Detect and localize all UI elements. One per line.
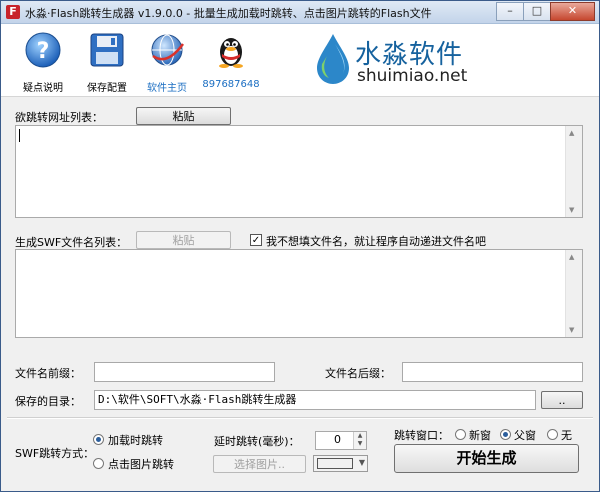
maximize-button[interactable]: □	[523, 2, 551, 21]
globe-icon	[151, 34, 185, 66]
radio-jump-on-click[interactable]	[93, 458, 104, 469]
auto-name-checkbox[interactable]: ✓	[250, 234, 262, 246]
text-caret	[19, 129, 20, 142]
logo-domain-text: shuimiao.net	[357, 66, 468, 86]
chevron-down-icon: ▼	[358, 458, 365, 467]
url-list-scrollbar[interactable]: ▲ ▼	[565, 126, 582, 217]
suffix-input[interactable]	[402, 362, 583, 382]
qq-penguin-icon	[219, 38, 243, 68]
paste-swf-names-button[interactable]: 粘贴	[136, 231, 231, 249]
spinner-arrows-icon[interactable]: ▲ ▼	[353, 432, 366, 449]
svg-text:?: ?	[37, 39, 50, 64]
minimize-button[interactable]: –	[496, 2, 524, 21]
question-icon: ?	[25, 32, 61, 68]
toolbar-label-help: 疑点说明	[23, 83, 63, 94]
radio-target-new[interactable]	[455, 429, 466, 440]
swf-list-textarea[interactable]: ▲ ▼	[15, 249, 583, 338]
swf-list-label: 生成SWF文件名列表：	[15, 236, 128, 249]
paste-urls-button[interactable]: 粘贴	[136, 107, 231, 125]
prefix-input[interactable]	[94, 362, 275, 382]
suffix-label: 文件名后缀：	[325, 367, 391, 380]
url-list-label: 欲跳转网址列表：	[15, 111, 103, 124]
water-drop-logo-icon	[317, 34, 349, 84]
radio-target-parent[interactable]	[500, 429, 511, 440]
target-window-label: 跳转窗口：	[394, 429, 449, 442]
select-image-button[interactable]: 选择图片..	[213, 455, 306, 473]
start-generate-button[interactable]: 开始生成	[394, 444, 579, 473]
toolbar-item-qq[interactable]: 897687648	[199, 30, 263, 90]
scroll-up-arrow-icon[interactable]: ▲	[569, 129, 574, 137]
color-swatch	[317, 458, 353, 469]
radio-jump-on-load-label: 加载时跳转	[108, 434, 163, 447]
radio-jump-on-load[interactable]	[93, 434, 104, 445]
swf-list-scrollbar[interactable]: ▲ ▼	[565, 250, 582, 337]
scroll-down-arrow-icon[interactable]: ▼	[569, 326, 574, 334]
browse-dir-button[interactable]: ..	[541, 391, 583, 409]
toolbar-item-homepage[interactable]: 软件主页	[135, 30, 199, 94]
radio-target-none-label: 无	[561, 429, 572, 442]
window-title: 水淼·Flash跳转生成器 v1.9.0.0 - 批量生成加载时跳转、点击图片跳…	[25, 7, 432, 20]
url-list-textarea[interactable]: ▲ ▼	[15, 125, 583, 218]
brand-logo: 水淼软件 shuimiao.net	[313, 32, 493, 88]
toolbar-label-save-config: 保存配置	[87, 83, 127, 94]
radio-target-parent-label: 父窗	[514, 429, 536, 442]
jump-mode-label: SWF跳转方式：	[15, 447, 95, 460]
toolbar-item-help[interactable]: ? 疑点说明	[11, 30, 75, 94]
radio-target-none[interactable]	[547, 429, 558, 440]
floppy-disk-icon	[90, 33, 124, 67]
toolbar-item-save-config[interactable]: 保存配置	[75, 30, 139, 94]
divider	[7, 417, 593, 419]
scroll-down-arrow-icon[interactable]: ▼	[569, 206, 574, 214]
toolbar-label-homepage: 软件主页	[147, 83, 187, 94]
scroll-up-arrow-icon[interactable]: ▲	[569, 253, 574, 261]
title-bar[interactable]: F 水淼·Flash跳转生成器 v1.9.0.0 - 批量生成加载时跳转、点击图…	[1, 1, 599, 24]
radio-jump-on-click-label: 点击图片跳转	[108, 458, 174, 471]
save-dir-input[interactable]: D:\软件\SOFT\水淼·Flash跳转生成器	[94, 390, 536, 410]
save-dir-label: 保存的目录：	[15, 395, 81, 408]
close-button[interactable]: ✕	[550, 2, 595, 21]
color-picker[interactable]: ▼	[313, 455, 368, 472]
app-window: F 水淼·Flash跳转生成器 v1.9.0.0 - 批量生成加载时跳转、点击图…	[0, 0, 600, 492]
toolbar: ? 疑点说明 保存配置 软件主页 897687648 水淼软件 shuimiao…	[1, 24, 599, 97]
delay-value: 0	[334, 433, 341, 446]
delay-label: 延时跳转(毫秒)：	[214, 435, 300, 448]
auto-name-label: 我不想填文件名，就让程序自动递进文件名吧	[266, 235, 486, 248]
app-icon: F	[6, 5, 20, 19]
toolbar-label-qq: 897687648	[202, 79, 260, 90]
radio-target-new-label: 新窗	[469, 429, 491, 442]
delay-spinner[interactable]: 0 ▲ ▼	[315, 431, 367, 450]
prefix-label: 文件名前缀：	[15, 367, 81, 380]
